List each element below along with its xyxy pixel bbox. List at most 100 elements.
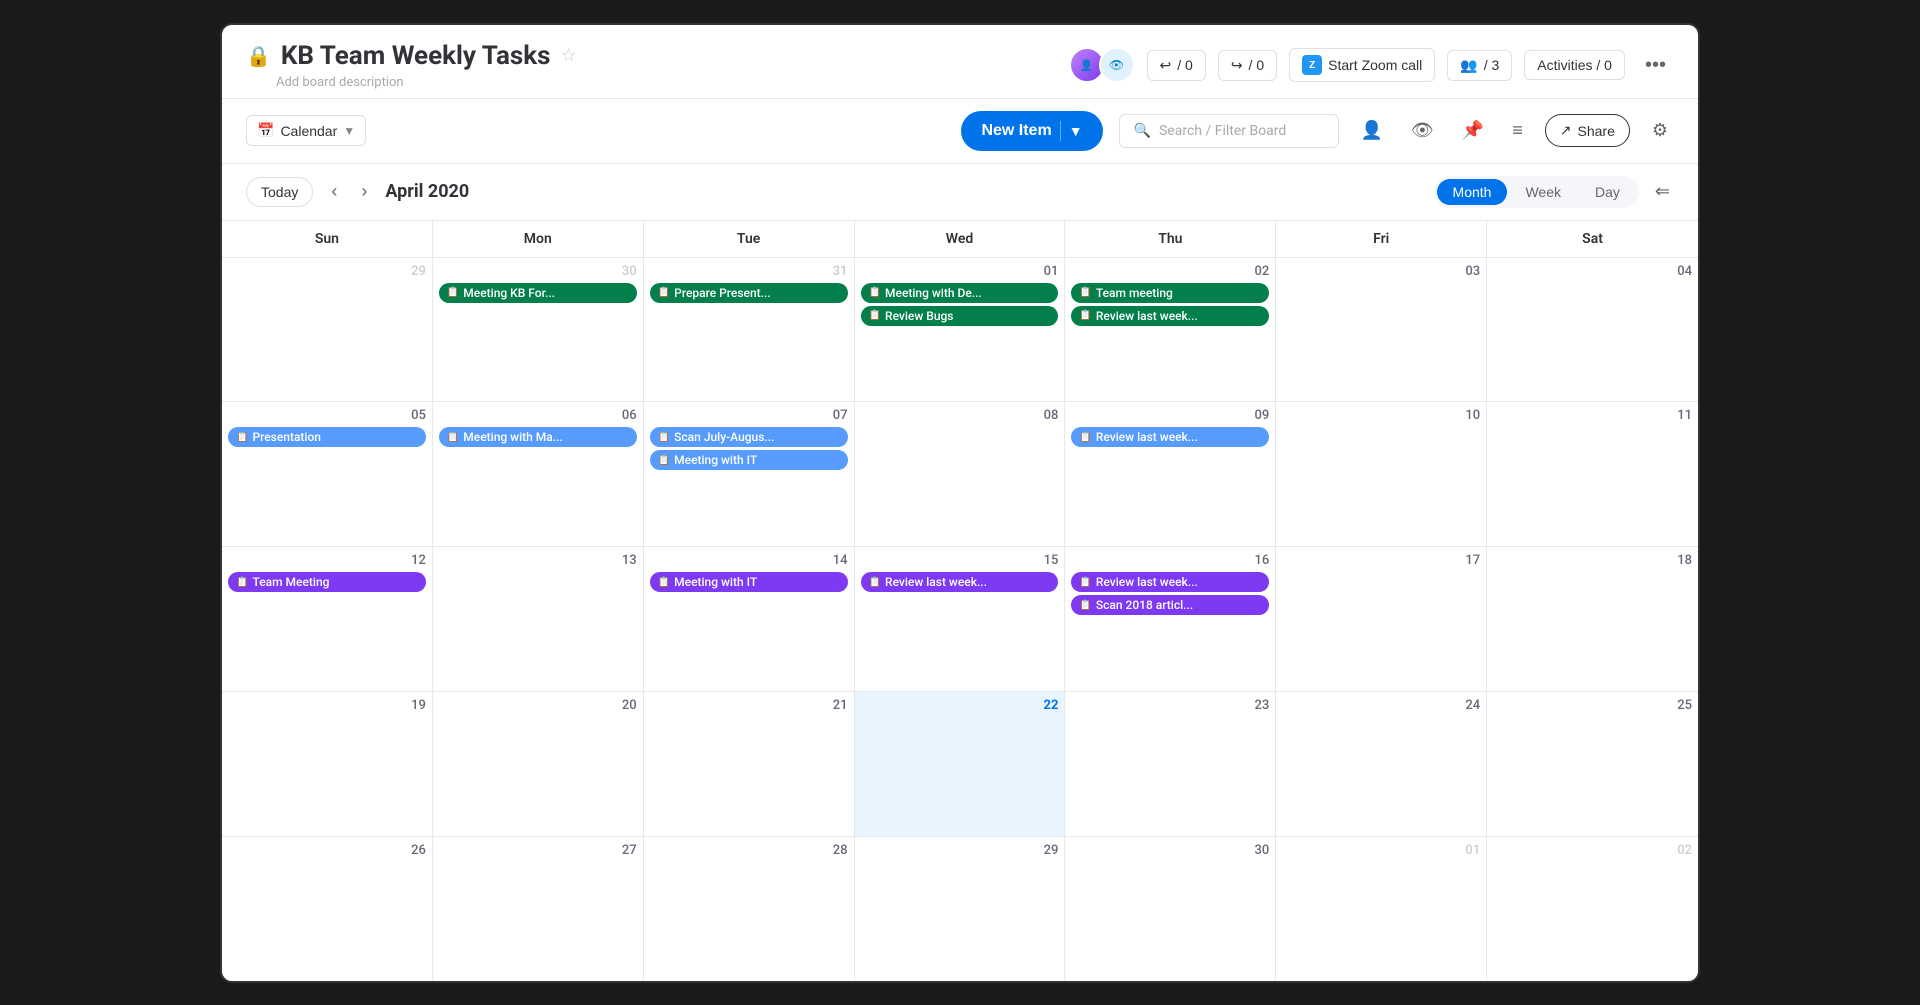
cal-cell-w3-d4[interactable]: 23: [1065, 692, 1276, 836]
cal-cell-w0-d5[interactable]: 03: [1276, 258, 1487, 402]
settings-button[interactable]: ⚙: [1646, 114, 1674, 147]
cal-cell-w2-d6[interactable]: 18: [1487, 547, 1698, 691]
cal-cell-w3-d0[interactable]: 19: [222, 692, 433, 836]
toolbar: 📅 Calendar ▼ New Item ▼ 🔍 Search / Filte…: [222, 99, 1698, 164]
calendar-event[interactable]: 📋Presentation: [228, 427, 426, 447]
calendar-event[interactable]: 📋Prepare Present...: [650, 283, 848, 303]
board-description[interactable]: Add board description: [276, 75, 577, 90]
cal-cell-w4-d4[interactable]: 30: [1065, 837, 1276, 981]
prev-month-button[interactable]: ‹: [325, 177, 343, 206]
redo-count: / 0: [1249, 57, 1265, 73]
zoom-label: Start Zoom call: [1328, 57, 1422, 73]
calendar-event[interactable]: 📋Meeting with IT: [650, 450, 848, 470]
calendar-event[interactable]: 📋Scan July-Augus...: [650, 427, 848, 447]
calendar-event[interactable]: 📋Meeting with Ma...: [439, 427, 637, 447]
start-zoom-button[interactable]: Z Start Zoom call: [1289, 48, 1435, 82]
cal-cell-w2-d2[interactable]: 14📋Meeting with IT: [644, 547, 855, 691]
tab-day[interactable]: Day: [1579, 179, 1636, 205]
activities-label: Activities / 0: [1537, 57, 1612, 73]
tab-week[interactable]: Week: [1509, 179, 1577, 205]
more-options-button[interactable]: •••: [1637, 50, 1674, 81]
cal-cell-w4-d1[interactable]: 27: [433, 837, 644, 981]
calendar-event[interactable]: 📋Meeting with De...: [861, 283, 1059, 303]
cal-cell-w2-d4[interactable]: 16📋Review last week...📋Scan 2018 articl.…: [1065, 547, 1276, 691]
event-icon: 📋: [869, 577, 881, 588]
star-icon[interactable]: ☆: [560, 45, 576, 66]
day-number: 19: [228, 698, 426, 713]
cal-cell-w0-d2[interactable]: 31📋Prepare Present...: [644, 258, 855, 402]
redo-button[interactable]: ↪ / 0: [1218, 50, 1277, 81]
cal-cell-w0-d4[interactable]: 02📋Team meeting📋Review last week...: [1065, 258, 1276, 402]
cal-cell-w2-d5[interactable]: 17: [1276, 547, 1487, 691]
cal-cell-w4-d3[interactable]: 29: [855, 837, 1066, 981]
calendar-event[interactable]: 📋Meeting with IT: [650, 572, 848, 592]
cal-cell-w0-d3[interactable]: 01📋Meeting with De...📋Review Bugs: [855, 258, 1066, 402]
event-icon: 📋: [1079, 287, 1091, 298]
search-box[interactable]: 🔍 Search / Filter Board: [1119, 114, 1339, 148]
calendar-event[interactable]: 📋Review last week...: [1071, 572, 1269, 592]
cal-cell-w4-d6[interactable]: 02: [1487, 837, 1698, 981]
cal-cell-w0-d1[interactable]: 30📋Meeting KB For...: [433, 258, 644, 402]
event-icon: 📋: [658, 577, 670, 588]
cal-cell-w1-d0[interactable]: 05📋Presentation: [222, 402, 433, 546]
calendar-event[interactable]: 📋Review last week...: [1071, 427, 1269, 447]
share-button[interactable]: ↗ Share: [1545, 114, 1630, 147]
week-row-4: 26272829300102: [222, 837, 1698, 981]
cal-cell-w4-d5[interactable]: 01: [1276, 837, 1487, 981]
day-number: 12: [228, 553, 426, 568]
undo-count: / 0: [1177, 57, 1193, 73]
cal-cell-w3-d6[interactable]: 25: [1487, 692, 1698, 836]
activities-button[interactable]: Activities / 0: [1524, 50, 1625, 80]
cal-cell-w0-d6[interactable]: 04: [1487, 258, 1698, 402]
cal-cell-w1-d2[interactable]: 07📋Scan July-Augus...📋Meeting with IT: [644, 402, 855, 546]
today-button[interactable]: Today: [246, 177, 313, 207]
person-filter-button[interactable]: 👤: [1355, 114, 1389, 147]
zoom-logo: Z: [1302, 55, 1322, 75]
cal-cell-w2-d0[interactable]: 12 📋Team Meeting: [222, 547, 433, 691]
avatar-overlap[interactable]: 👁: [1099, 47, 1135, 83]
cal-cell-w1-d4[interactable]: 09 📋Review last week...: [1065, 402, 1276, 546]
cal-cell-w1-d6[interactable]: 11: [1487, 402, 1698, 546]
undo-button[interactable]: ↩ / 0: [1147, 50, 1206, 81]
hide-button[interactable]: 👁: [1405, 114, 1440, 147]
tab-month[interactable]: Month: [1437, 179, 1508, 205]
event-label: Team meeting: [1096, 286, 1173, 300]
cal-cell-w4-d2[interactable]: 28: [644, 837, 855, 981]
day-number: 04: [1493, 264, 1692, 279]
event-label: Meeting with Ma...: [463, 430, 562, 444]
event-label: Scan 2018 articl...: [1096, 598, 1193, 612]
cal-cell-w2-d1[interactable]: 13: [433, 547, 644, 691]
new-item-button[interactable]: New Item ▼: [961, 111, 1102, 151]
next-month-button[interactable]: ›: [355, 177, 373, 206]
calendar-event[interactable]: 📋Review Bugs: [861, 306, 1059, 326]
day-number: 15: [861, 553, 1059, 568]
calendar-view-selector[interactable]: 📅 Calendar ▼: [246, 115, 366, 146]
cal-cell-w1-d5[interactable]: 10: [1276, 402, 1487, 546]
collapse-button[interactable]: ⇐: [1651, 177, 1674, 206]
cal-cell-w3-d2[interactable]: 21: [644, 692, 855, 836]
people-button[interactable]: 👥 / 3: [1447, 50, 1512, 81]
day-number: 17: [1282, 553, 1480, 568]
cal-cell-w1-d3[interactable]: 08: [855, 402, 1066, 546]
day-number: 24: [1282, 698, 1480, 713]
calendar-event[interactable]: 📋 Team meeting: [1071, 283, 1269, 303]
event-label: Meeting with IT: [674, 453, 757, 467]
calendar-event[interactable]: 📋Scan 2018 articl...: [1071, 595, 1269, 615]
calendar-event[interactable]: 📋Review last week...: [1071, 306, 1269, 326]
day-number: 23: [1071, 698, 1269, 713]
cal-cell-w3-d5[interactable]: 24: [1276, 692, 1487, 836]
calendar-event[interactable]: 📋Meeting KB For...: [439, 283, 637, 303]
day-header-thu: Thu: [1065, 221, 1276, 257]
cal-cell-w2-d3[interactable]: 15 📋Review last week...: [855, 547, 1066, 691]
pin-button[interactable]: 📌: [1456, 114, 1490, 147]
calendar-event[interactable]: 📋Review last week...: [861, 572, 1059, 592]
cal-cell-w3-d3[interactable]: 22: [855, 692, 1066, 836]
cal-cell-w0-d0[interactable]: 29: [222, 258, 433, 402]
calendar-event[interactable]: 📋Team Meeting: [228, 572, 426, 592]
cal-cell-w4-d0[interactable]: 26: [222, 837, 433, 981]
day-number: 09: [1071, 408, 1269, 423]
filter-button[interactable]: ≡: [1506, 114, 1529, 147]
cal-cell-w3-d1[interactable]: 20: [433, 692, 644, 836]
board-title: KB Team Weekly Tasks: [281, 41, 551, 71]
cal-cell-w1-d1[interactable]: 06📋Meeting with Ma...: [433, 402, 644, 546]
